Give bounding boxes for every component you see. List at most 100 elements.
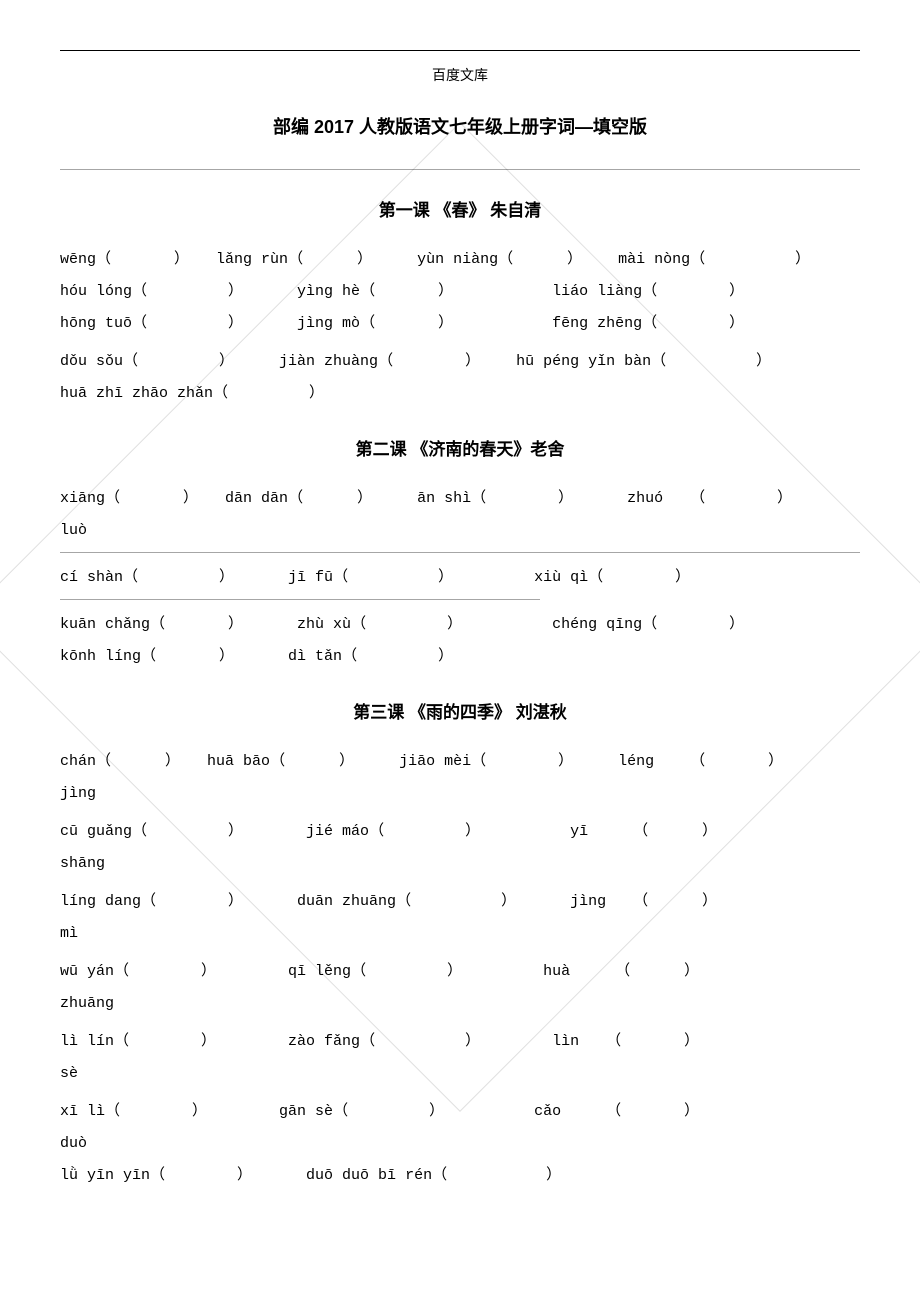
blank-paren[interactable]: （ ） [114,963,216,980]
pinyin-item: cǎo [534,1103,561,1120]
blank-paren[interactable]: （ ） [105,490,198,507]
blank-paren[interactable]: （ ） [351,963,462,980]
blank-paren[interactable]: （ ） [150,616,243,633]
pinyin-item: lǜ yīn yīn [60,1167,150,1184]
blank-paren[interactable]: （ ） [132,823,243,840]
pinyin-item: jìng mò [297,315,360,332]
pinyin-item: huā bāo [207,753,270,770]
blank-paren[interactable]: （ ） [96,753,180,770]
blank-paren[interactable]: （ ） [213,385,324,402]
pinyin-item: lìn [552,1033,579,1050]
pinyin-item: wēng [60,251,96,268]
pinyin-item: jiàn zhuàng [279,353,378,370]
pinyin-item: jié máo [306,823,369,840]
blank-paren[interactable]: （ ） [642,283,744,300]
pinyin-item: chán [60,753,96,770]
blank-paren[interactable]: （ ） [333,569,453,586]
blank-paren[interactable]: （ ） [123,569,234,586]
pinyin-item: gān sè [279,1103,333,1120]
pinyin-item: huà [543,963,570,980]
pinyin-item: lǎng rùn [216,251,288,268]
blank-paren[interactable]: （ ） [642,315,744,332]
blank-paren[interactable]: （ ） [378,353,480,370]
pinyin-item: jī fū [288,569,333,586]
pinyin-item: jìng [570,893,606,910]
blank-paren[interactable]: （ ） [588,569,690,586]
pinyin-item: huā zhī zhāo zhǎn [60,385,213,402]
pinyin-item: sè [60,1065,78,1082]
pinyin-item: zhuó [627,490,663,507]
pinyin-item: shāng [60,855,105,872]
pinyin-item: jiāo mèi [399,753,471,770]
blank-paren[interactable]: （ ） [606,1033,699,1050]
blank-paren[interactable]: （ ） [471,753,573,770]
lesson-1-block: wēng（ ） lǎng rùn（ ） yùn niàng（ ） mài nòn… [60,245,860,409]
blank-paren[interactable]: （ ） [360,283,453,300]
blank-paren[interactable]: （ ） [132,315,243,332]
pinyin-item: duān zhuāng [297,893,396,910]
blank-paren[interactable]: （ ） [369,823,480,840]
pinyin-item: liáo liàng [552,283,642,300]
pinyin-item: dì tǎn [288,648,342,665]
blank-paren[interactable]: （ ） [651,353,771,370]
blank-paren[interactable]: （ ） [633,893,717,910]
pinyin-item: hōng tuō [60,315,132,332]
pinyin-item: hóu lóng [60,283,132,300]
blank-paren[interactable]: （ ） [132,283,243,300]
pinyin-item: ān shì [417,490,471,507]
pinyin-item: zào fǎng [288,1033,360,1050]
lesson-2-block: xiāng（ ） dān dān（ ） ān shì（ ） zhuó （ ） l… [60,484,860,672]
blank-paren[interactable]: （ ） [150,1167,252,1184]
pinyin-item: luò [60,522,87,539]
pinyin-item: chéng qīng [552,616,642,633]
top-rule [60,50,860,51]
blank-paren[interactable]: （ ） [498,251,582,268]
pinyin-item: duō duō bī rén [306,1167,432,1184]
header-site: 百度文库 [60,65,860,85]
pinyin-item: zhuāng [60,995,114,1012]
pinyin-item: xī lì [60,1103,105,1120]
blank-paren[interactable]: （ ） [432,1167,561,1184]
lesson-3-title: 第三课 《雨的四季》 刘湛秋 [60,698,860,723]
lesson-1-title: 第一课 《春》 朱自清 [60,196,860,221]
blank-paren[interactable]: （ ） [615,963,699,980]
divider [60,552,860,553]
blank-paren[interactable]: （ ） [606,1103,699,1120]
blank-paren[interactable]: （ ） [690,251,810,268]
pinyin-item: cū guǎng [60,823,132,840]
pinyin-item: yìng hè [297,283,360,300]
blank-paren[interactable]: （ ） [360,315,453,332]
pinyin-item: líng dang [60,893,141,910]
blank-paren[interactable]: （ ） [141,648,234,665]
pinyin-item: wū yán [60,963,114,980]
blank-paren[interactable]: （ ） [270,753,354,770]
blank-paren[interactable]: （ ） [471,490,573,507]
blank-paren[interactable]: （ ） [288,490,372,507]
blank-paren[interactable]: （ ） [342,648,453,665]
blank-paren[interactable]: （ ） [633,823,717,840]
blank-paren[interactable]: （ ） [351,616,462,633]
blank-paren[interactable]: （ ） [333,1103,444,1120]
blank-paren[interactable]: （ ） [642,616,744,633]
pinyin-item: dǒu sǒu [60,353,123,370]
blank-paren[interactable]: （ ） [396,893,516,910]
pinyin-item: kuān chǎng [60,616,150,633]
pinyin-item: duò [60,1135,87,1152]
pinyin-item: qī lěng [288,963,351,980]
pinyin-item: hū péng yǐn bàn [516,353,651,370]
blank-paren[interactable]: （ ） [96,251,189,268]
blank-paren[interactable]: （ ） [360,1033,480,1050]
pinyin-item: fēng zhēng [552,315,642,332]
pinyin-item: kōnh líng [60,648,141,665]
blank-paren[interactable]: （ ） [123,353,234,370]
pinyin-item: mì [60,925,78,942]
blank-paren[interactable]: （ ） [141,893,243,910]
lesson-2-title: 第二课 《济南的春天》老舍 [60,435,860,460]
blank-paren[interactable]: （ ） [288,251,372,268]
blank-paren[interactable]: （ ） [690,490,792,507]
divider [60,599,540,600]
blank-paren[interactable]: （ ） [114,1033,216,1050]
blank-paren[interactable]: （ ） [105,1103,207,1120]
pinyin-item: yī [570,823,588,840]
blank-paren[interactable]: （ ） [690,753,783,770]
